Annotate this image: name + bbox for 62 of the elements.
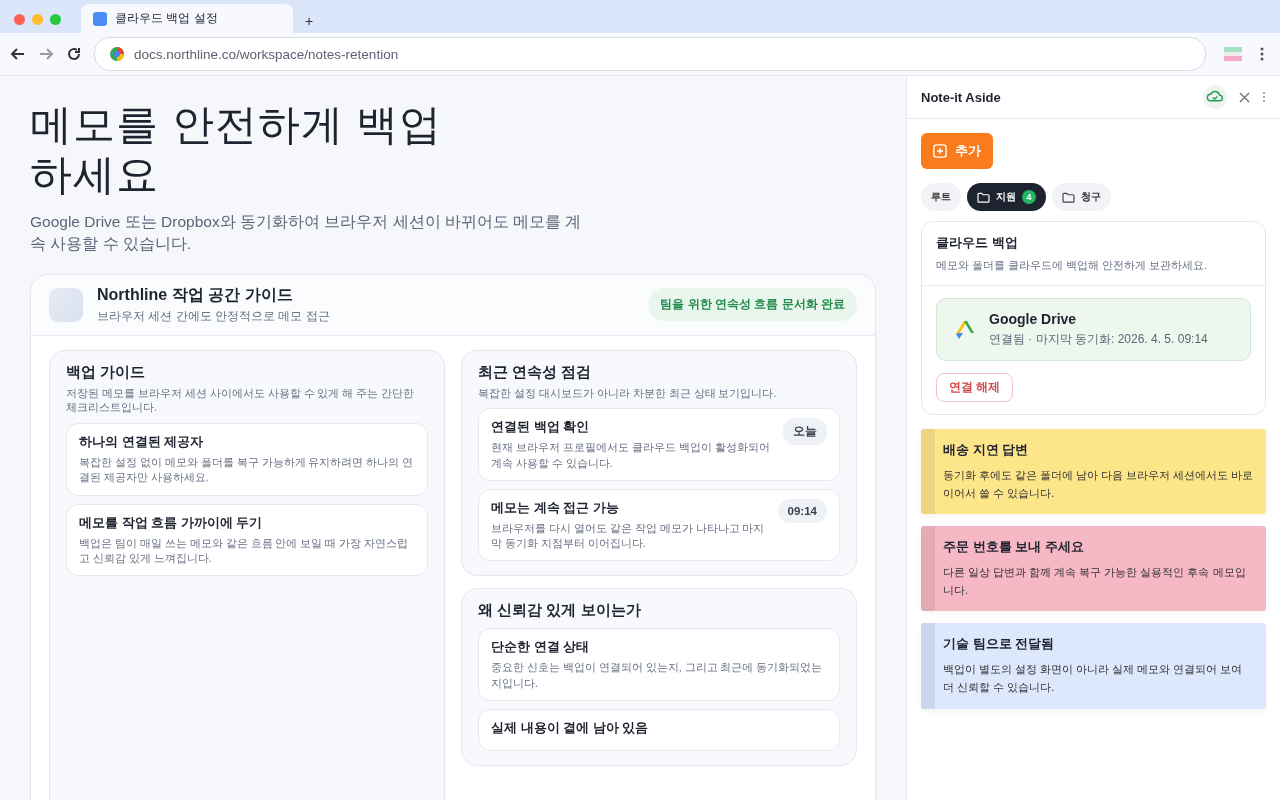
folder-icon — [1062, 191, 1075, 203]
folder-tab[interactable]: 지원 4 — [967, 183, 1046, 211]
backup-title: 클라우드 백업 — [936, 234, 1019, 252]
panel-title: Note-it Aside — [921, 89, 1002, 105]
folder-icon — [977, 191, 990, 203]
note-title: 주문 번호를 보내 주세요 — [943, 538, 1085, 557]
guide-title: Northline 작업 공간 가이드 — [97, 284, 294, 305]
time-badge: 09:14 — [777, 498, 827, 523]
section-description: 복잡한 설정 대시보드가 아니라 차분한 최근 상태 보기입니다. — [478, 385, 778, 401]
reload-icon[interactable] — [66, 46, 82, 62]
backup-description: 메모와 폴더를 클라우드에 백업해 안전하게 보관하세요. — [936, 258, 1209, 273]
item-title: 실제 내용이 곁에 남아 있음 — [491, 718, 650, 737]
note-card[interactable]: 주문 번호를 보내 주세요 다른 일상 답변과 함께 계속 복구 가능한 실용적인 후속 메모입니다. — [921, 526, 1266, 612]
note-card[interactable]: 기술 팀으로 전달됨 백업이 별도의 설정 화면이 아니라 실제 메모와 연결되어 보여 더 신뢰할 수 있습니다. — [921, 623, 1266, 709]
browser-tab[interactable]: 클라우드 백업 설정 — [81, 4, 293, 33]
more-icon[interactable] — [1262, 91, 1266, 103]
maximize-window-button[interactable] — [50, 14, 61, 25]
note-title: 배송 지연 답변 — [943, 441, 1030, 459]
note-text: 동기화 후에도 같은 폴더에 남아 다음 브라우저 세션에서도 바로 이어서 쓸 수 있습니다. — [943, 468, 1254, 501]
folder-tab[interactable]: 루트 — [921, 183, 961, 211]
item-title: 메모를 작업 흐름 가까이에 두기 — [79, 513, 264, 532]
site-icon — [109, 46, 125, 62]
item-text: 브라우저를 다시 열어도 같은 작업 메모가 나타나고 마지막 동기화 지점부터 이어집니다. — [491, 520, 766, 552]
section-title: 왜 신뢰감 있게 보이는가 — [478, 601, 642, 621]
section-title: 백업 가이드 — [66, 362, 147, 382]
page-title: 메모를 안전하게 백업 하세요 — [30, 100, 444, 201]
forward-icon[interactable] — [38, 46, 54, 62]
note-text: 다른 일상 답변과 함께 계속 복구 가능한 실용적인 후속 메모입니다. — [943, 565, 1247, 598]
back-icon[interactable] — [10, 46, 26, 62]
item-text: 중요한 신호는 백업이 연결되어 있는지, 그리고 최근에 동기화되었는지입니다. — [491, 660, 824, 691]
new-tab-button[interactable]: + — [299, 11, 320, 31]
item-title: 하나의 연결된 제공자 — [79, 433, 205, 452]
plus-icon — [933, 144, 947, 158]
item-title: 단순한 연결 상태 — [491, 638, 591, 657]
section-title: 최근 연속성 점검 — [478, 362, 593, 382]
extension-icon[interactable] — [1224, 47, 1242, 61]
item-text: 복잡한 설정 없이 메모와 폴더를 복구 가능하게 유지하려면 하나의 연결된 제공자만 사용하세요. — [79, 455, 415, 486]
drive-logo-icon — [953, 318, 975, 341]
section-description: 저장된 메모를 브라우저 세션 사이에서도 사용할 수 있게 해 주는 간단한 체크리스트입니다. — [66, 385, 416, 416]
note-card[interactable]: 배송 지연 답변 동기화 후에도 같은 폴더에 남아 다음 브라우저 세션에서도 바로 이어서 쓸 수 있습니다. — [921, 429, 1266, 515]
item-text: 백업은 팀이 매일 쓰는 메모와 같은 흐름 안에 보일 때 가장 자연스럽고 신뢰감 있게 느껴집니다. — [79, 535, 410, 566]
note-text: 백업이 별도의 설정 화면이 아니라 실제 메모와 연결되어 보여 더 신뢰할 수 있습니다. — [943, 662, 1244, 695]
disconnect-button[interactable]: 연결 해제 — [936, 373, 1014, 402]
status-badge: 팀을 위한 연속성 흐름 문서화 완료 — [648, 288, 857, 322]
page-favicon — [93, 11, 107, 26]
logo-placeholder — [49, 287, 83, 322]
item-text: 현재 브라우저 프로필에서도 클라우드 백업이 활성화되어 계속 사용할 수 있습니다. — [491, 440, 771, 471]
menu-icon[interactable] — [1260, 46, 1264, 62]
minimize-window-button[interactable] — [32, 14, 43, 25]
address-bar[interactable]: docs.northline.co/workspace/notes-retention — [94, 37, 1206, 71]
guide-subtitle: 브라우저 세션 간에도 안정적으로 메모 접근 — [97, 307, 331, 325]
sync-status: 연결됨 · 마지막 동기화: 2026. 4. 5. 09:14 — [989, 331, 1208, 348]
close-icon[interactable] — [1239, 91, 1250, 103]
folder-tab[interactable]: 청구 — [1052, 183, 1111, 211]
provider-name: Google Drive — [989, 311, 1078, 327]
time-badge: 오늘 — [783, 418, 827, 446]
item-title: 메모는 계속 접근 가능 — [491, 498, 620, 517]
note-title: 기술 팀으로 전달됨 — [943, 635, 1056, 654]
cloud-check-icon[interactable] — [1203, 85, 1227, 109]
intro-text: Google Drive 또는 Dropbox와 동기화하여 브라우저 세션이 바뀌어도 메모를 계속 사용할 수 있습니다. — [30, 211, 583, 255]
close-window-button[interactable] — [14, 14, 25, 25]
item-title: 연결된 백업 확인 — [491, 418, 591, 437]
